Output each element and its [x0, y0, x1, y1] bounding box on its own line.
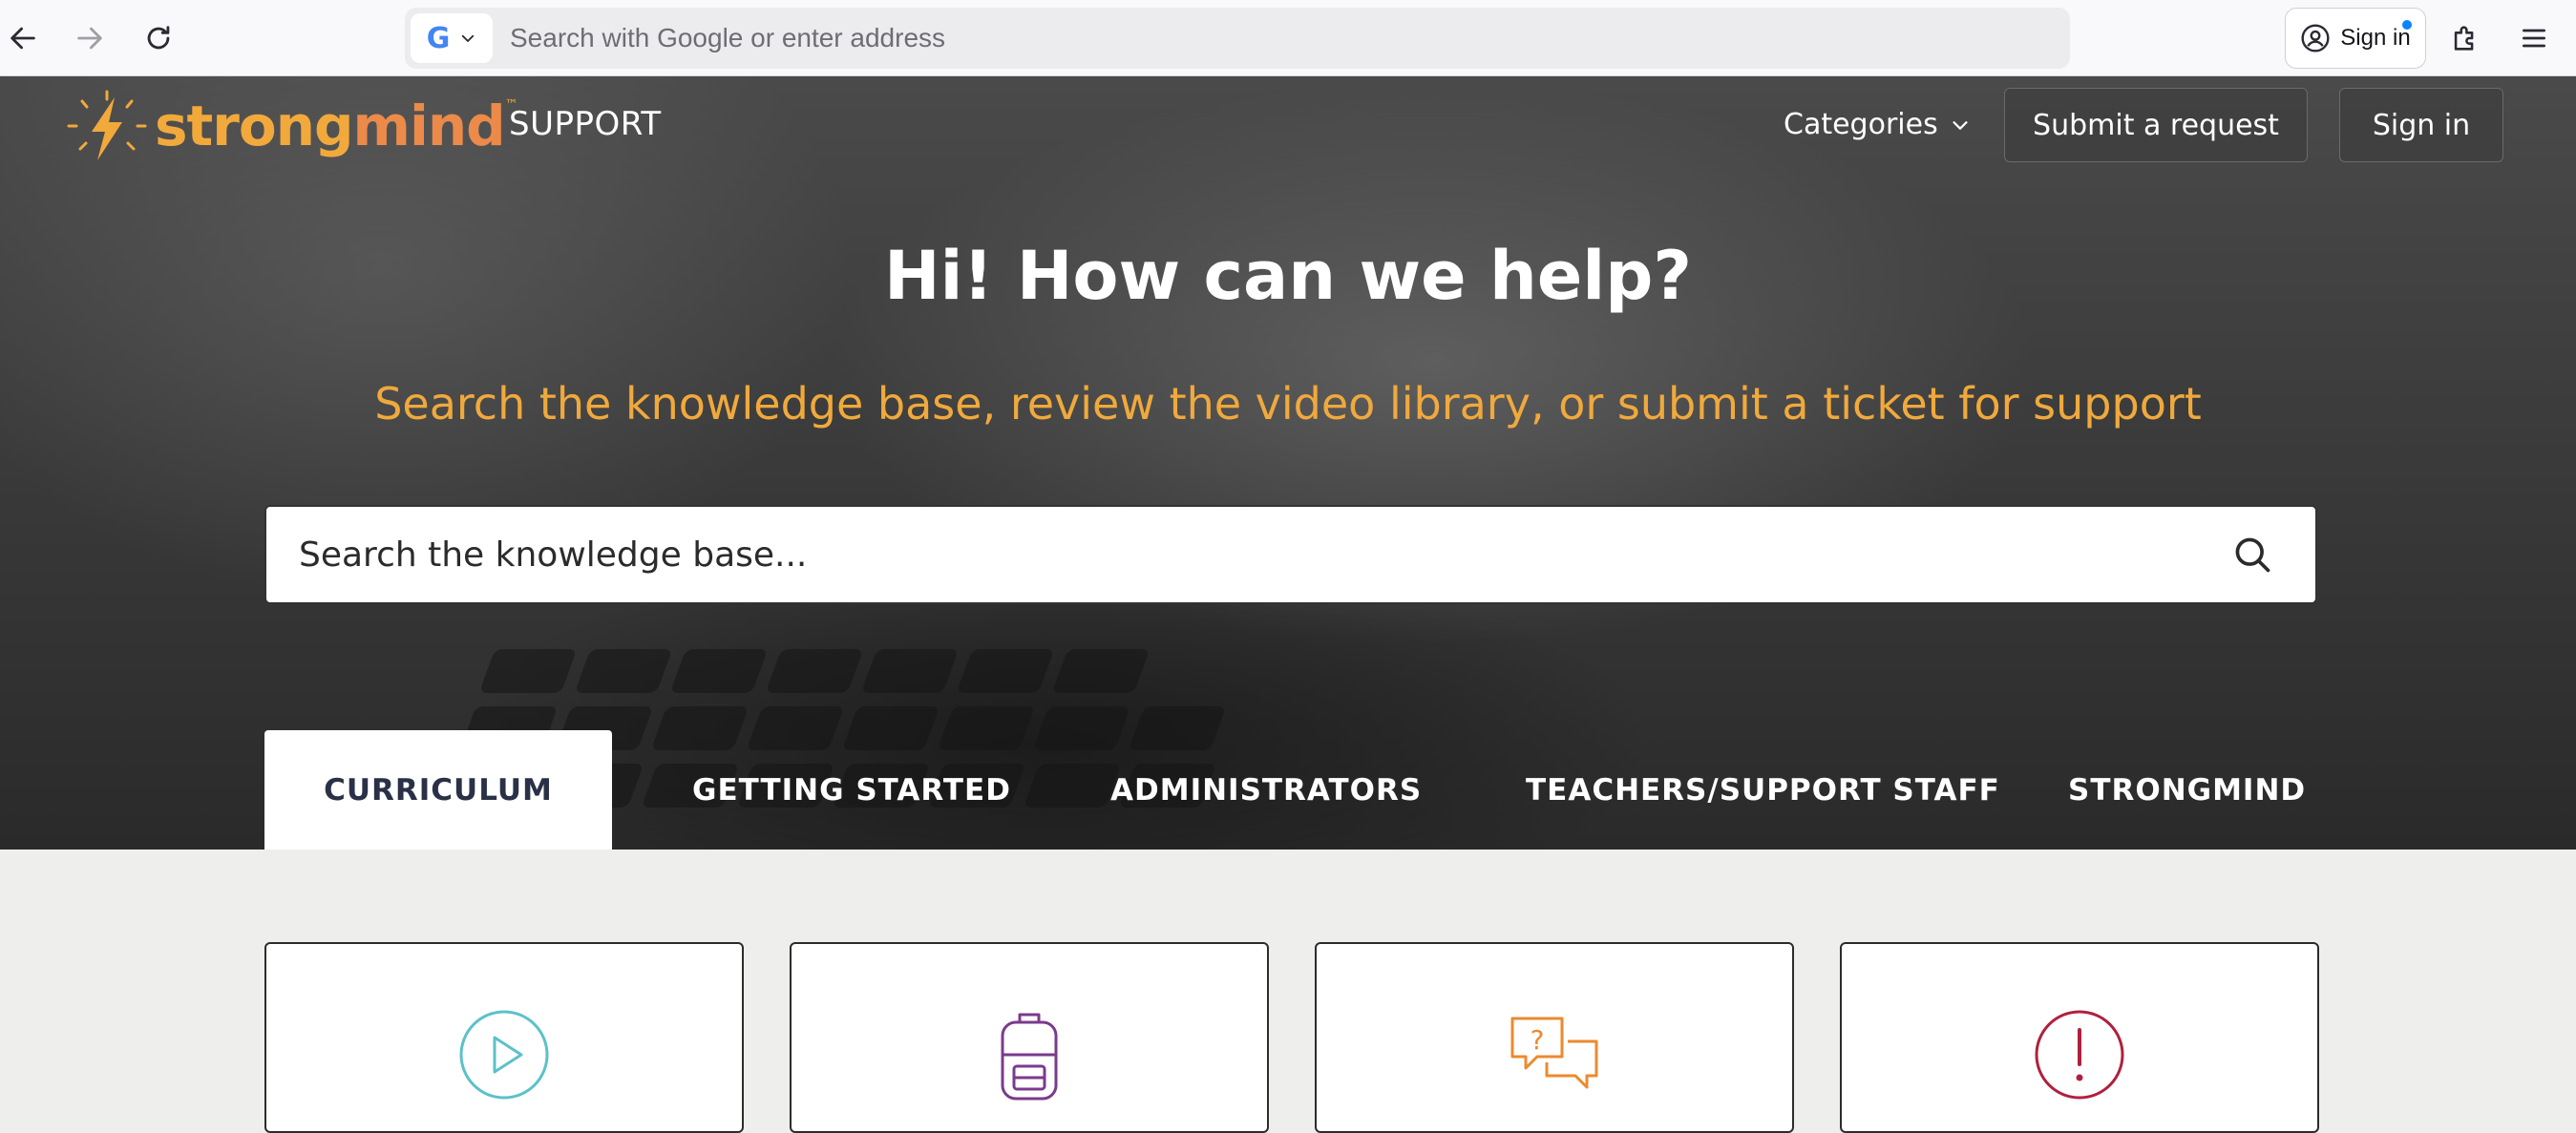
search-engine-selector[interactable]: G — [411, 13, 493, 63]
tab-administrators[interactable]: ADMINISTRATORS — [1110, 730, 1422, 850]
support-label: SUPPORT — [509, 105, 662, 143]
search-input[interactable] — [299, 535, 2224, 575]
backpack-icon — [1001, 1013, 1058, 1101]
logo-wordmark: strongmind — [155, 94, 506, 158]
account-icon — [2301, 24, 2330, 52]
categories-label: Categories — [1784, 108, 1938, 141]
signin-button[interactable]: Sign in — [2339, 88, 2503, 162]
back-button[interactable] — [2, 17, 44, 59]
chevron-down-icon — [462, 34, 475, 42]
menu-button[interactable] — [2513, 17, 2555, 59]
puzzle-icon — [2454, 26, 2474, 51]
card-video-library[interactable] — [264, 942, 744, 1133]
tab-teachers-support-staff[interactable]: TEACHERS/SUPPORT STAFF — [1526, 730, 2000, 850]
chevron-down-icon — [1953, 120, 1968, 130]
google-icon: G — [426, 21, 451, 55]
browser-signin-button[interactable]: Sign in — [2285, 8, 2426, 69]
card-getting-started[interactable] — [790, 942, 1269, 1133]
forward-button[interactable] — [69, 17, 111, 59]
address-bar[interactable]: G Search with Google or enter address — [405, 8, 2070, 69]
logo-part-mind: mind — [352, 94, 506, 158]
tab-getting-started[interactable]: GETTING STARTED — [692, 730, 1011, 850]
hamburger-icon — [2523, 29, 2545, 48]
forward-arrow-icon — [77, 27, 102, 50]
chat-question-icon: ? — [1510, 1017, 1598, 1089]
logo-part-strong: strong — [155, 94, 354, 158]
svg-text:?: ? — [1531, 1024, 1545, 1056]
strongmind-logo[interactable]: strongmind ™ — [63, 88, 518, 164]
submit-request-button[interactable]: Submit a request — [2004, 88, 2308, 162]
card-faq[interactable]: ? — [1315, 942, 1794, 1133]
categories-dropdown[interactable]: Categories — [1784, 108, 1971, 141]
address-placeholder: Search with Google or enter address — [510, 23, 946, 52]
knowledge-base-search — [264, 505, 2317, 604]
category-tabs: CURRICULUM GETTING STARTED ADMINISTRATOR… — [264, 730, 2317, 850]
page-subtitle: Search the knowledge base, review the vi… — [374, 378, 2202, 430]
hero-banner: strongmind ™ SUPPORT Categories Submit a… — [0, 76, 2576, 850]
tab-strongmind-cei[interactable]: STRONGMIND CEI — [2068, 730, 2317, 850]
play-circle-icon — [459, 1010, 549, 1100]
notification-dot — [2402, 20, 2412, 30]
back-arrow-icon — [11, 27, 35, 50]
extensions-button[interactable] — [2444, 17, 2486, 59]
browser-toolbar: G Search with Google or enter address Si… — [0, 0, 2576, 76]
search-icon[interactable] — [2224, 526, 2281, 583]
page-title: Hi! How can we help? — [883, 237, 1693, 315]
reload-icon — [147, 26, 170, 50]
tab-curriculum[interactable]: CURRICULUM — [264, 730, 612, 850]
alert-circle-icon — [2035, 1010, 2124, 1100]
lightning-bolt-icon — [67, 90, 147, 160]
browser-signin-label: Sign in — [2340, 25, 2411, 51]
reload-button[interactable] — [137, 17, 179, 59]
card-alerts[interactable] — [1840, 942, 2319, 1133]
